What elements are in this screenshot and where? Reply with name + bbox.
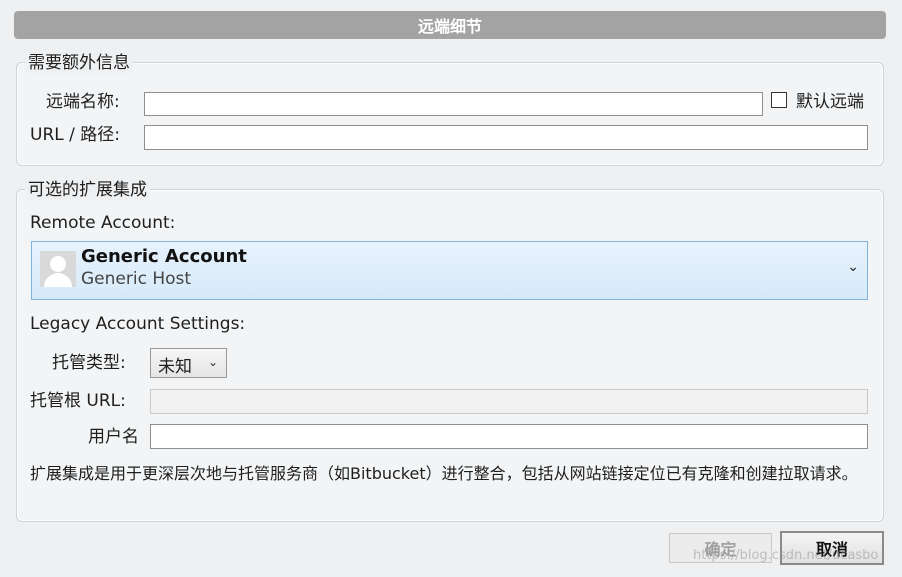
chevron-down-icon[interactable]: ⌄ xyxy=(847,259,859,275)
username-input[interactable] xyxy=(150,424,868,449)
remote-name-label: 远端名称: xyxy=(46,92,120,112)
hosting-type-select[interactable]: 未知 ⌄ xyxy=(150,348,227,378)
default-remote-checkbox[interactable] xyxy=(771,92,787,108)
watermark: https://blog.csdn.net/ucasbo xyxy=(693,548,879,563)
account-host: Generic Host xyxy=(81,269,192,289)
hosting-type-value: 未知 xyxy=(158,357,192,377)
remote-account-label: Remote Account: xyxy=(30,213,176,233)
dialog-title: 远端细节 xyxy=(14,11,886,39)
default-remote-label[interactable]: 默认远端 xyxy=(796,91,864,113)
integration-description: 扩展集成是用于更深层次地与托管服务商（如Bitbucket）进行整合，包括从网站… xyxy=(30,464,858,483)
url-label: URL / 路径: xyxy=(30,125,120,145)
legacy-settings-label: Legacy Account Settings: xyxy=(30,314,246,334)
remote-account-select[interactable]: Generic Account Generic Host ⌄ xyxy=(31,241,868,300)
account-name: Generic Account xyxy=(81,246,247,267)
hosting-root-input xyxy=(150,389,868,414)
url-input[interactable] xyxy=(144,125,868,150)
chevron-down-icon: ⌄ xyxy=(207,355,218,369)
user-avatar-icon xyxy=(40,251,76,287)
hosting-root-label: 托管根 URL: xyxy=(30,391,126,411)
required-info-title: 需要额外信息 xyxy=(25,53,133,73)
hosting-type-label: 托管类型: xyxy=(52,353,126,373)
username-label: 用户名 xyxy=(88,427,139,447)
optional-integration-title: 可选的扩展集成 xyxy=(25,180,150,200)
remote-name-input[interactable] xyxy=(144,92,763,116)
